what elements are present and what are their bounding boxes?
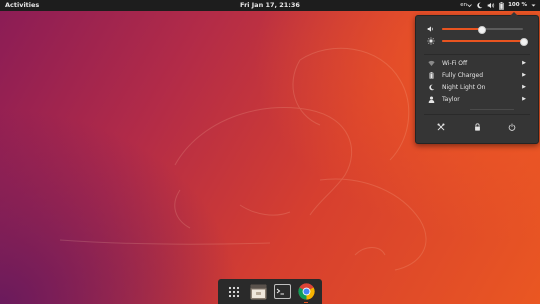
dropdown-arrow-icon[interactable] <box>531 0 536 11</box>
menu-item-user[interactable]: Taylor ▶ <box>416 94 538 105</box>
wifi-icon <box>428 60 435 66</box>
terminal-icon <box>273 284 291 299</box>
lock-button[interactable] <box>472 122 482 132</box>
files-icon <box>250 284 266 299</box>
settings-tools-icon <box>437 123 445 131</box>
menu-item-battery[interactable]: Fully Charged ▶ <box>416 70 538 81</box>
battery-icon <box>429 72 434 79</box>
menu-separator <box>424 54 530 55</box>
system-menu: Wi-Fi Off ▶ Fully Charged ▶ Night Light … <box>415 12 539 144</box>
chevron-right-icon: ▶ <box>522 72 526 78</box>
lock-icon <box>474 123 480 131</box>
menu-item-night-light[interactable]: Night Light On ▶ <box>416 82 538 93</box>
volume-icon <box>487 0 495 11</box>
top-bar: Activities Fri Jan 17, 21:36 en 100 % <box>0 0 540 11</box>
show-applications-icon <box>228 286 240 297</box>
chevron-right-icon: ▶ <box>522 60 526 66</box>
chrome-icon <box>297 283 315 300</box>
power-button[interactable] <box>507 122 517 132</box>
brightness-icon <box>427 37 435 45</box>
input-method-label: en <box>460 2 468 8</box>
menu-separator <box>424 114 530 115</box>
menu-item-label: Taylor <box>442 96 460 103</box>
dock-item-files[interactable] <box>248 282 268 302</box>
settings-button[interactable] <box>436 122 446 132</box>
volume-slider-handle[interactable] <box>477 26 486 34</box>
volume-icon <box>427 26 433 32</box>
night-light-icon <box>476 0 483 11</box>
brightness-slider-row <box>416 36 538 46</box>
dock <box>218 279 322 304</box>
user-icon <box>428 96 435 103</box>
power-icon <box>508 123 516 131</box>
volume-slider[interactable] <box>442 26 523 34</box>
volume-slider-fill <box>442 28 481 30</box>
volume-slider-row <box>416 24 538 34</box>
system-tray[interactable]: en 100 % <box>460 0 536 11</box>
input-method-indicator[interactable]: en <box>460 0 472 11</box>
menu-item-label: Night Light On <box>442 84 486 91</box>
menu-item-label: Fully Charged <box>442 72 484 79</box>
battery-percent-label: 100 % <box>508 2 527 8</box>
night-light-icon <box>429 84 435 91</box>
menu-item-wifi[interactable]: Wi-Fi Off ▶ <box>416 58 538 69</box>
desktop-wallpaper: Activities Fri Jan 17, 21:36 en 100 % Wi… <box>0 0 540 304</box>
system-actions <box>416 120 538 134</box>
clock-button[interactable]: Fri Jan 17, 21:36 <box>0 0 540 11</box>
chevron-down-icon <box>467 4 472 8</box>
battery-icon <box>499 0 504 11</box>
dock-item-terminal[interactable] <box>272 282 292 302</box>
dock-item-show-applications[interactable] <box>224 282 244 302</box>
dock-item-chrome[interactable] <box>296 282 316 303</box>
brightness-slider-handle[interactable] <box>520 38 528 46</box>
menu-item-label: Wi-Fi Off <box>442 60 468 67</box>
chevron-right-icon: ▶ <box>522 96 526 102</box>
menu-separator <box>470 109 514 110</box>
chevron-right-icon: ▶ <box>522 84 526 90</box>
brightness-slider-fill <box>442 40 523 42</box>
brightness-slider[interactable] <box>442 38 528 46</box>
